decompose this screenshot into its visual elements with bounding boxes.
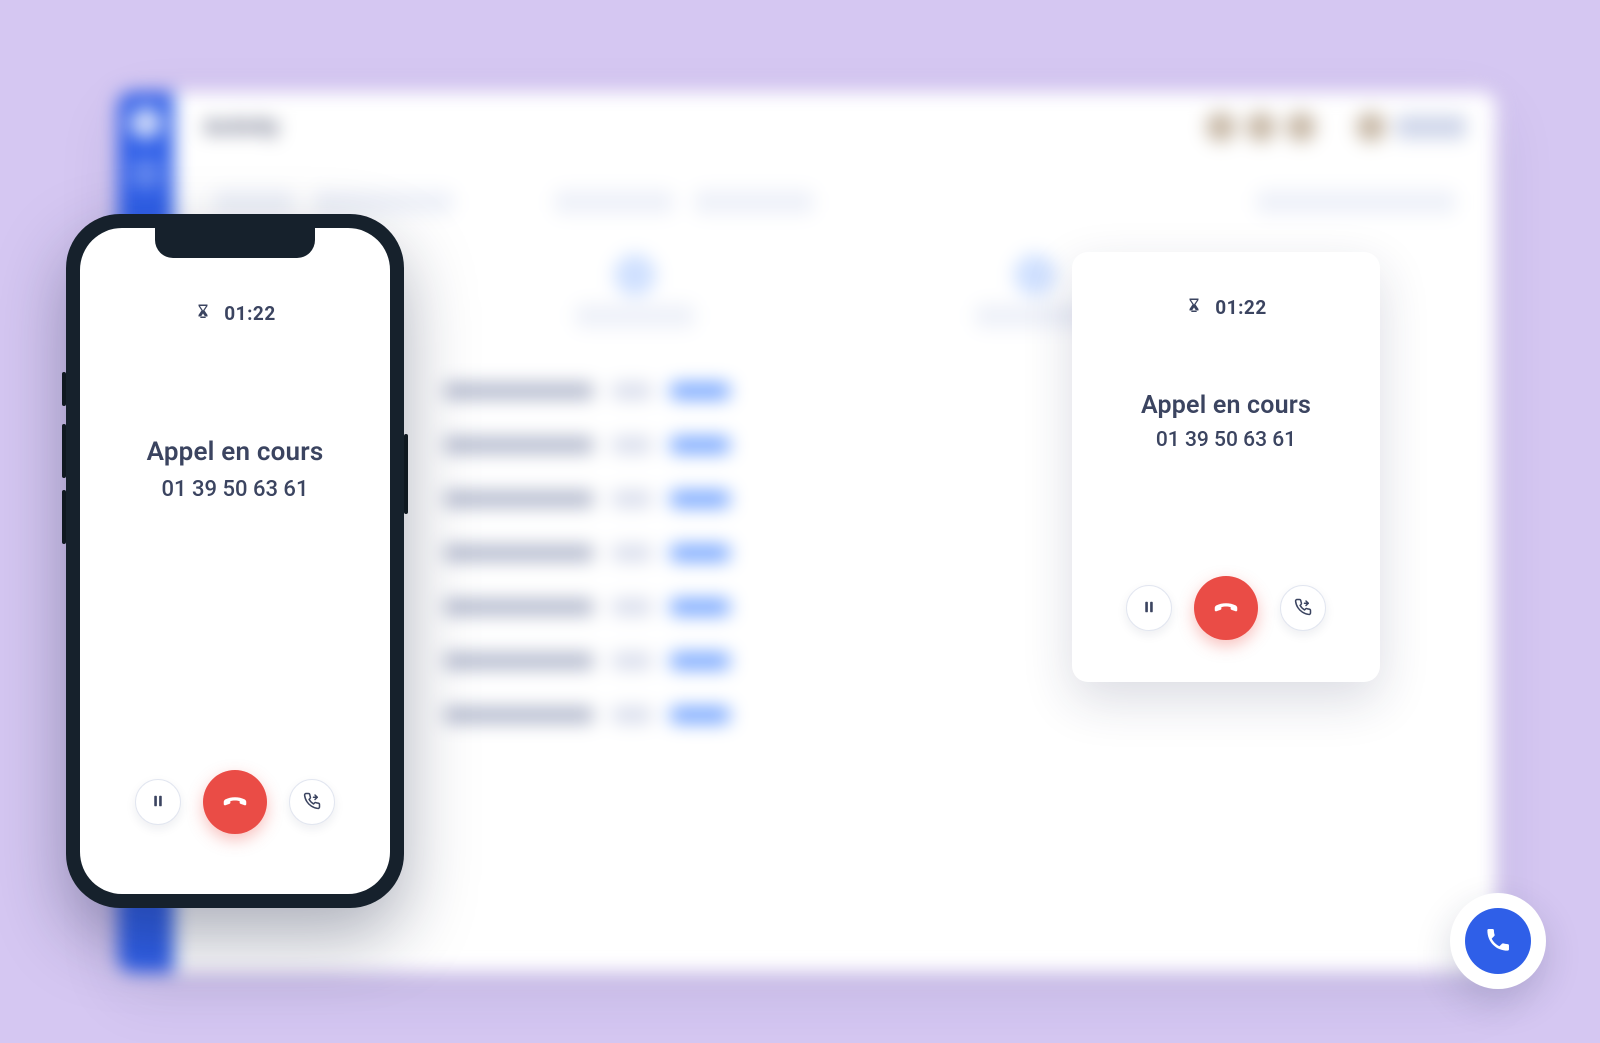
call-timer: 01:22 [194,302,275,325]
call-duration: 01:22 [1215,296,1266,319]
transfer-icon [1294,598,1312,619]
transfer-button[interactable] [1280,585,1326,631]
phone-icon [130,158,162,190]
call-duration: 01:22 [224,302,275,325]
avatar [1356,112,1386,142]
phone-mockup: 01:22 Appel en cours 01 39 50 63 61 [66,214,404,908]
hangup-button[interactable] [1194,576,1258,640]
phone-notch [155,228,315,258]
hourglass-icon [194,303,212,325]
app-logo: Q [131,108,161,138]
dial-button[interactable] [1465,908,1531,974]
transfer-icon [303,792,321,813]
pause-button[interactable] [1126,585,1172,631]
dashboard-header: Activity [174,92,1496,162]
pause-button[interactable] [135,779,181,825]
call-controls [1126,576,1326,640]
call-status: Appel en cours [147,437,324,467]
header-avatars [1206,112,1466,142]
phone-screen: 01:22 Appel en cours 01 39 50 63 61 [80,228,390,894]
dial-fab-wrap [1450,893,1546,989]
avatar [1286,112,1316,142]
call-number: 01 39 50 63 61 [1156,428,1296,452]
phone-icon [1484,926,1512,957]
pause-icon [1140,598,1158,619]
avatar [1206,112,1236,142]
call-controls [135,770,335,834]
user-name [1396,115,1466,139]
avatar [1246,112,1276,142]
hangup-button[interactable] [203,770,267,834]
call-number: 01 39 50 63 61 [162,477,309,502]
page-title: Activity [204,115,279,140]
hangup-icon [220,786,250,819]
hangup-icon [1211,592,1241,625]
call-status: Appel en cours [1141,391,1311,420]
pause-icon [149,792,167,813]
transfer-button[interactable] [289,779,335,825]
call-popup: 01:22 Appel en cours 01 39 50 63 61 [1072,252,1380,682]
hourglass-icon [1185,297,1203,319]
call-timer: 01:22 [1185,296,1266,319]
current-user [1356,112,1466,142]
